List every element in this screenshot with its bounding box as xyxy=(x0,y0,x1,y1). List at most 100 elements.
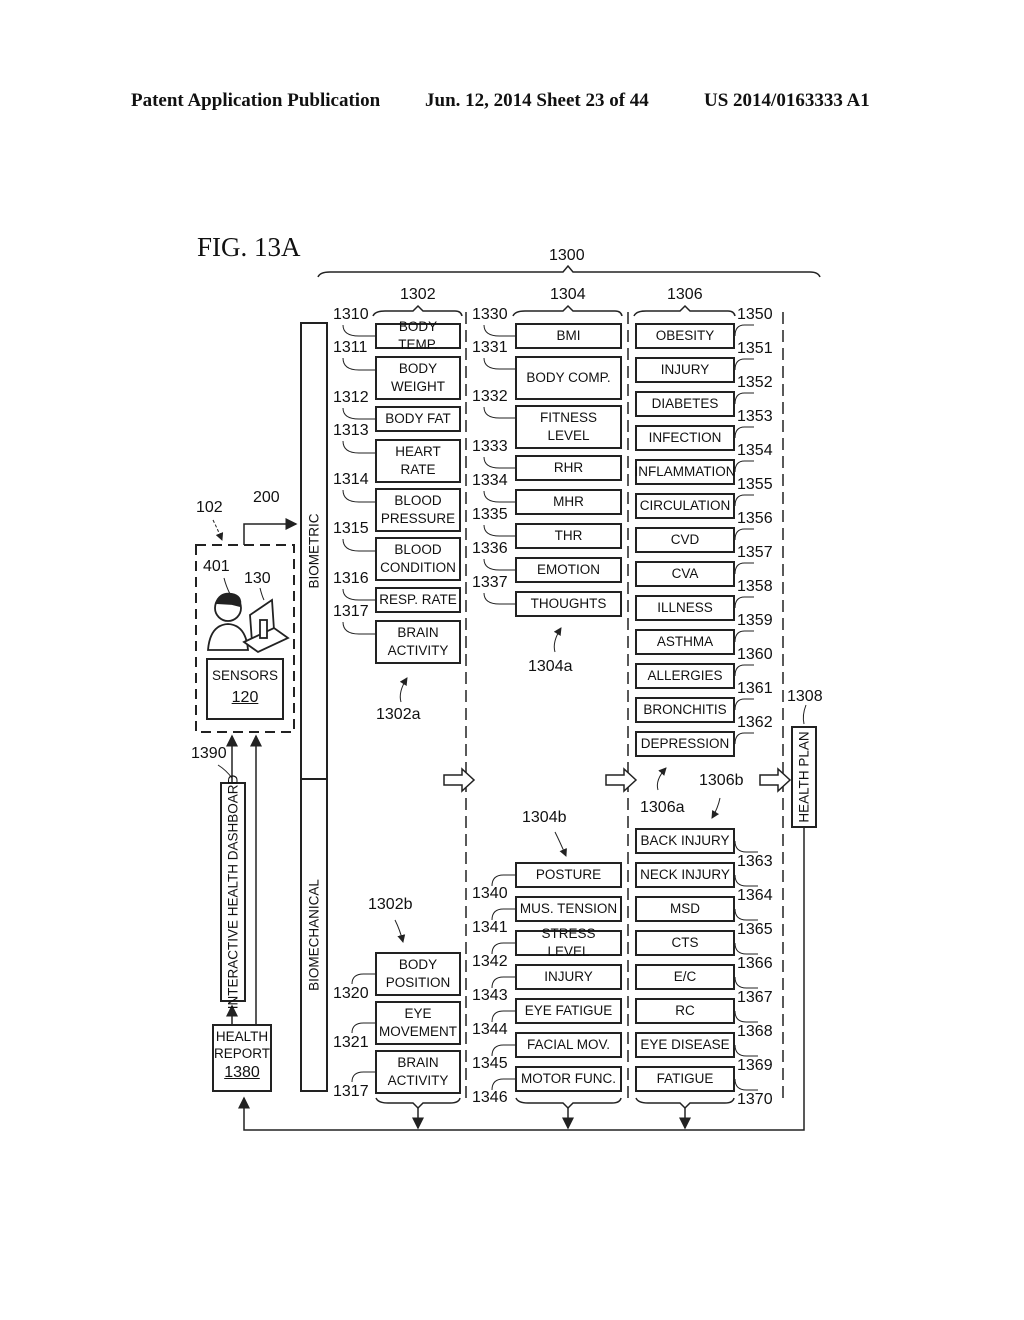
ref-1317: 1317 xyxy=(333,1083,369,1100)
metric-box-1353: INFECTION xyxy=(635,425,735,451)
metric-label: EYE FATIGUE xyxy=(524,1003,613,1018)
metric-box-1357: CVA xyxy=(635,561,735,587)
metric-label: INJURY xyxy=(660,362,710,377)
ref-1308: 1308 xyxy=(787,688,823,705)
leader-line xyxy=(342,407,375,420)
brace-1306 xyxy=(633,304,736,317)
ref-1306b: 1306b xyxy=(699,772,744,789)
ref-1345: 1345 xyxy=(472,1055,508,1072)
user-icon xyxy=(207,592,249,651)
ref-1306a: 1306a xyxy=(640,799,685,816)
metric-box-1350: OBESITY xyxy=(635,323,735,349)
metric-label: CVA xyxy=(671,566,699,581)
metric-box-1314: BLOOD PRESSURE xyxy=(375,488,461,532)
leader-line xyxy=(734,840,758,853)
metric-box-1362: DEPRESSION xyxy=(635,731,735,757)
ref-1302: 1302 xyxy=(400,286,436,303)
metric-box-1341: MUS. TENSION xyxy=(515,896,622,922)
ref-1343: 1343 xyxy=(472,987,508,1004)
ref-102: 102 xyxy=(196,499,223,516)
ref-130: 130 xyxy=(244,570,271,587)
report-label-1: HEALTH xyxy=(215,1029,269,1044)
metric-label: OBESITY xyxy=(655,328,715,343)
ref-1341: 1341 xyxy=(472,919,508,936)
leader-line xyxy=(734,698,754,711)
leader-line xyxy=(734,460,754,473)
ref-1311: 1311 xyxy=(333,339,368,356)
leader-line xyxy=(351,973,375,985)
ref-1344: 1344 xyxy=(472,1021,508,1038)
metric-box-1320: BODY POSITION xyxy=(375,952,461,996)
ref-1360: 1360 xyxy=(737,646,773,663)
leader-line xyxy=(734,358,754,371)
metric-label: HEART RATE xyxy=(395,444,441,477)
ref-1350: 1350 xyxy=(737,306,773,323)
metric-box-1360: ALLERGIES xyxy=(635,663,735,689)
metric-label: POSTURE xyxy=(535,867,602,882)
leader-line xyxy=(351,1022,375,1034)
ref-1330: 1330 xyxy=(472,306,508,323)
metric-label: EYE DISEASE xyxy=(640,1037,730,1052)
metric-label: EYE MOVEMENT xyxy=(379,1006,458,1039)
metric-box-1331: BODY COMP. xyxy=(515,356,622,400)
metric-label: MSD xyxy=(670,901,700,916)
leader-line xyxy=(734,426,754,439)
metric-box-1363: BACK INJURY xyxy=(635,828,735,854)
ref-1300: 1300 xyxy=(549,247,585,264)
metric-label: BRAIN ACTIVITY xyxy=(387,625,449,658)
flow-arrow-2 xyxy=(605,767,638,793)
metric-label: BODY FAT xyxy=(385,411,451,426)
ref-1365: 1365 xyxy=(737,921,773,938)
metric-label: RESP. RATE xyxy=(379,592,457,607)
leader-line xyxy=(734,976,758,989)
leader-line xyxy=(483,592,515,605)
ref-1332: 1332 xyxy=(472,388,508,405)
metric-box-1365: MSD xyxy=(635,896,735,922)
ref-1359: 1359 xyxy=(737,612,773,629)
ref-1304a: 1304a xyxy=(528,658,573,675)
metric-label: EMOTION xyxy=(537,562,600,577)
leader-line xyxy=(483,324,515,337)
metric-label: INFLAMMATION xyxy=(634,464,736,479)
leader-line xyxy=(483,524,515,537)
biomechanical-bar: BIOMECHANICAL xyxy=(300,778,328,1092)
metric-label: MOTOR FUNC. xyxy=(521,1071,616,1086)
leader-line xyxy=(734,596,754,609)
metric-box-1368: RC xyxy=(635,998,735,1024)
metric-label: FACIAL MOV. xyxy=(526,1037,611,1052)
ref-1335: 1335 xyxy=(472,506,508,523)
metric-label: E/C xyxy=(673,969,697,984)
ref-1313: 1313 xyxy=(333,422,369,439)
metric-box-1356: CVD xyxy=(635,527,735,553)
metric-label: BACK INJURY xyxy=(640,833,730,848)
leader-line xyxy=(483,357,515,370)
health-plan-label: HEALTH PLAN xyxy=(796,731,812,823)
metric-label: BRONCHITIS xyxy=(643,702,727,717)
metric-box-1361: BRONCHITIS xyxy=(635,697,735,723)
metric-box-1346: MOTOR FUNC. xyxy=(515,1066,622,1092)
ref-1334: 1334 xyxy=(472,472,508,489)
leader-line xyxy=(734,630,754,643)
diagram-connectors xyxy=(195,264,821,1131)
metric-box-1367: E/C xyxy=(635,964,735,990)
metric-box-1332: FITNESS LEVEL xyxy=(515,405,622,449)
leader-line xyxy=(734,664,754,677)
interactive-health-dashboard: INTERACTIVE HEALTH DASHBOARD xyxy=(220,775,246,1009)
leader-line xyxy=(483,406,515,419)
metric-label: ASTHMA xyxy=(656,634,714,649)
metric-label: ILLNESS xyxy=(657,600,713,615)
metric-label: MHR xyxy=(553,494,584,509)
leader-line xyxy=(734,528,754,541)
leader-line xyxy=(734,324,754,337)
metric-label: INFECTION xyxy=(648,430,722,445)
ref-1306: 1306 xyxy=(667,286,703,303)
metric-label: CTS xyxy=(671,935,699,950)
metric-box-1340: POSTURE xyxy=(515,862,622,888)
sensors-label: SENSORS xyxy=(211,668,279,683)
metric-box-1335: THR xyxy=(515,523,622,549)
ref-1336: 1336 xyxy=(472,540,508,557)
metric-box-1321: EYE MOVEMENT xyxy=(375,1001,461,1045)
sensors-ref: 120 xyxy=(231,689,259,706)
metric-box-1364: NECK INJURY xyxy=(635,862,735,888)
dashboard-label: INTERACTIVE HEALTH DASHBOARD xyxy=(225,774,241,1010)
